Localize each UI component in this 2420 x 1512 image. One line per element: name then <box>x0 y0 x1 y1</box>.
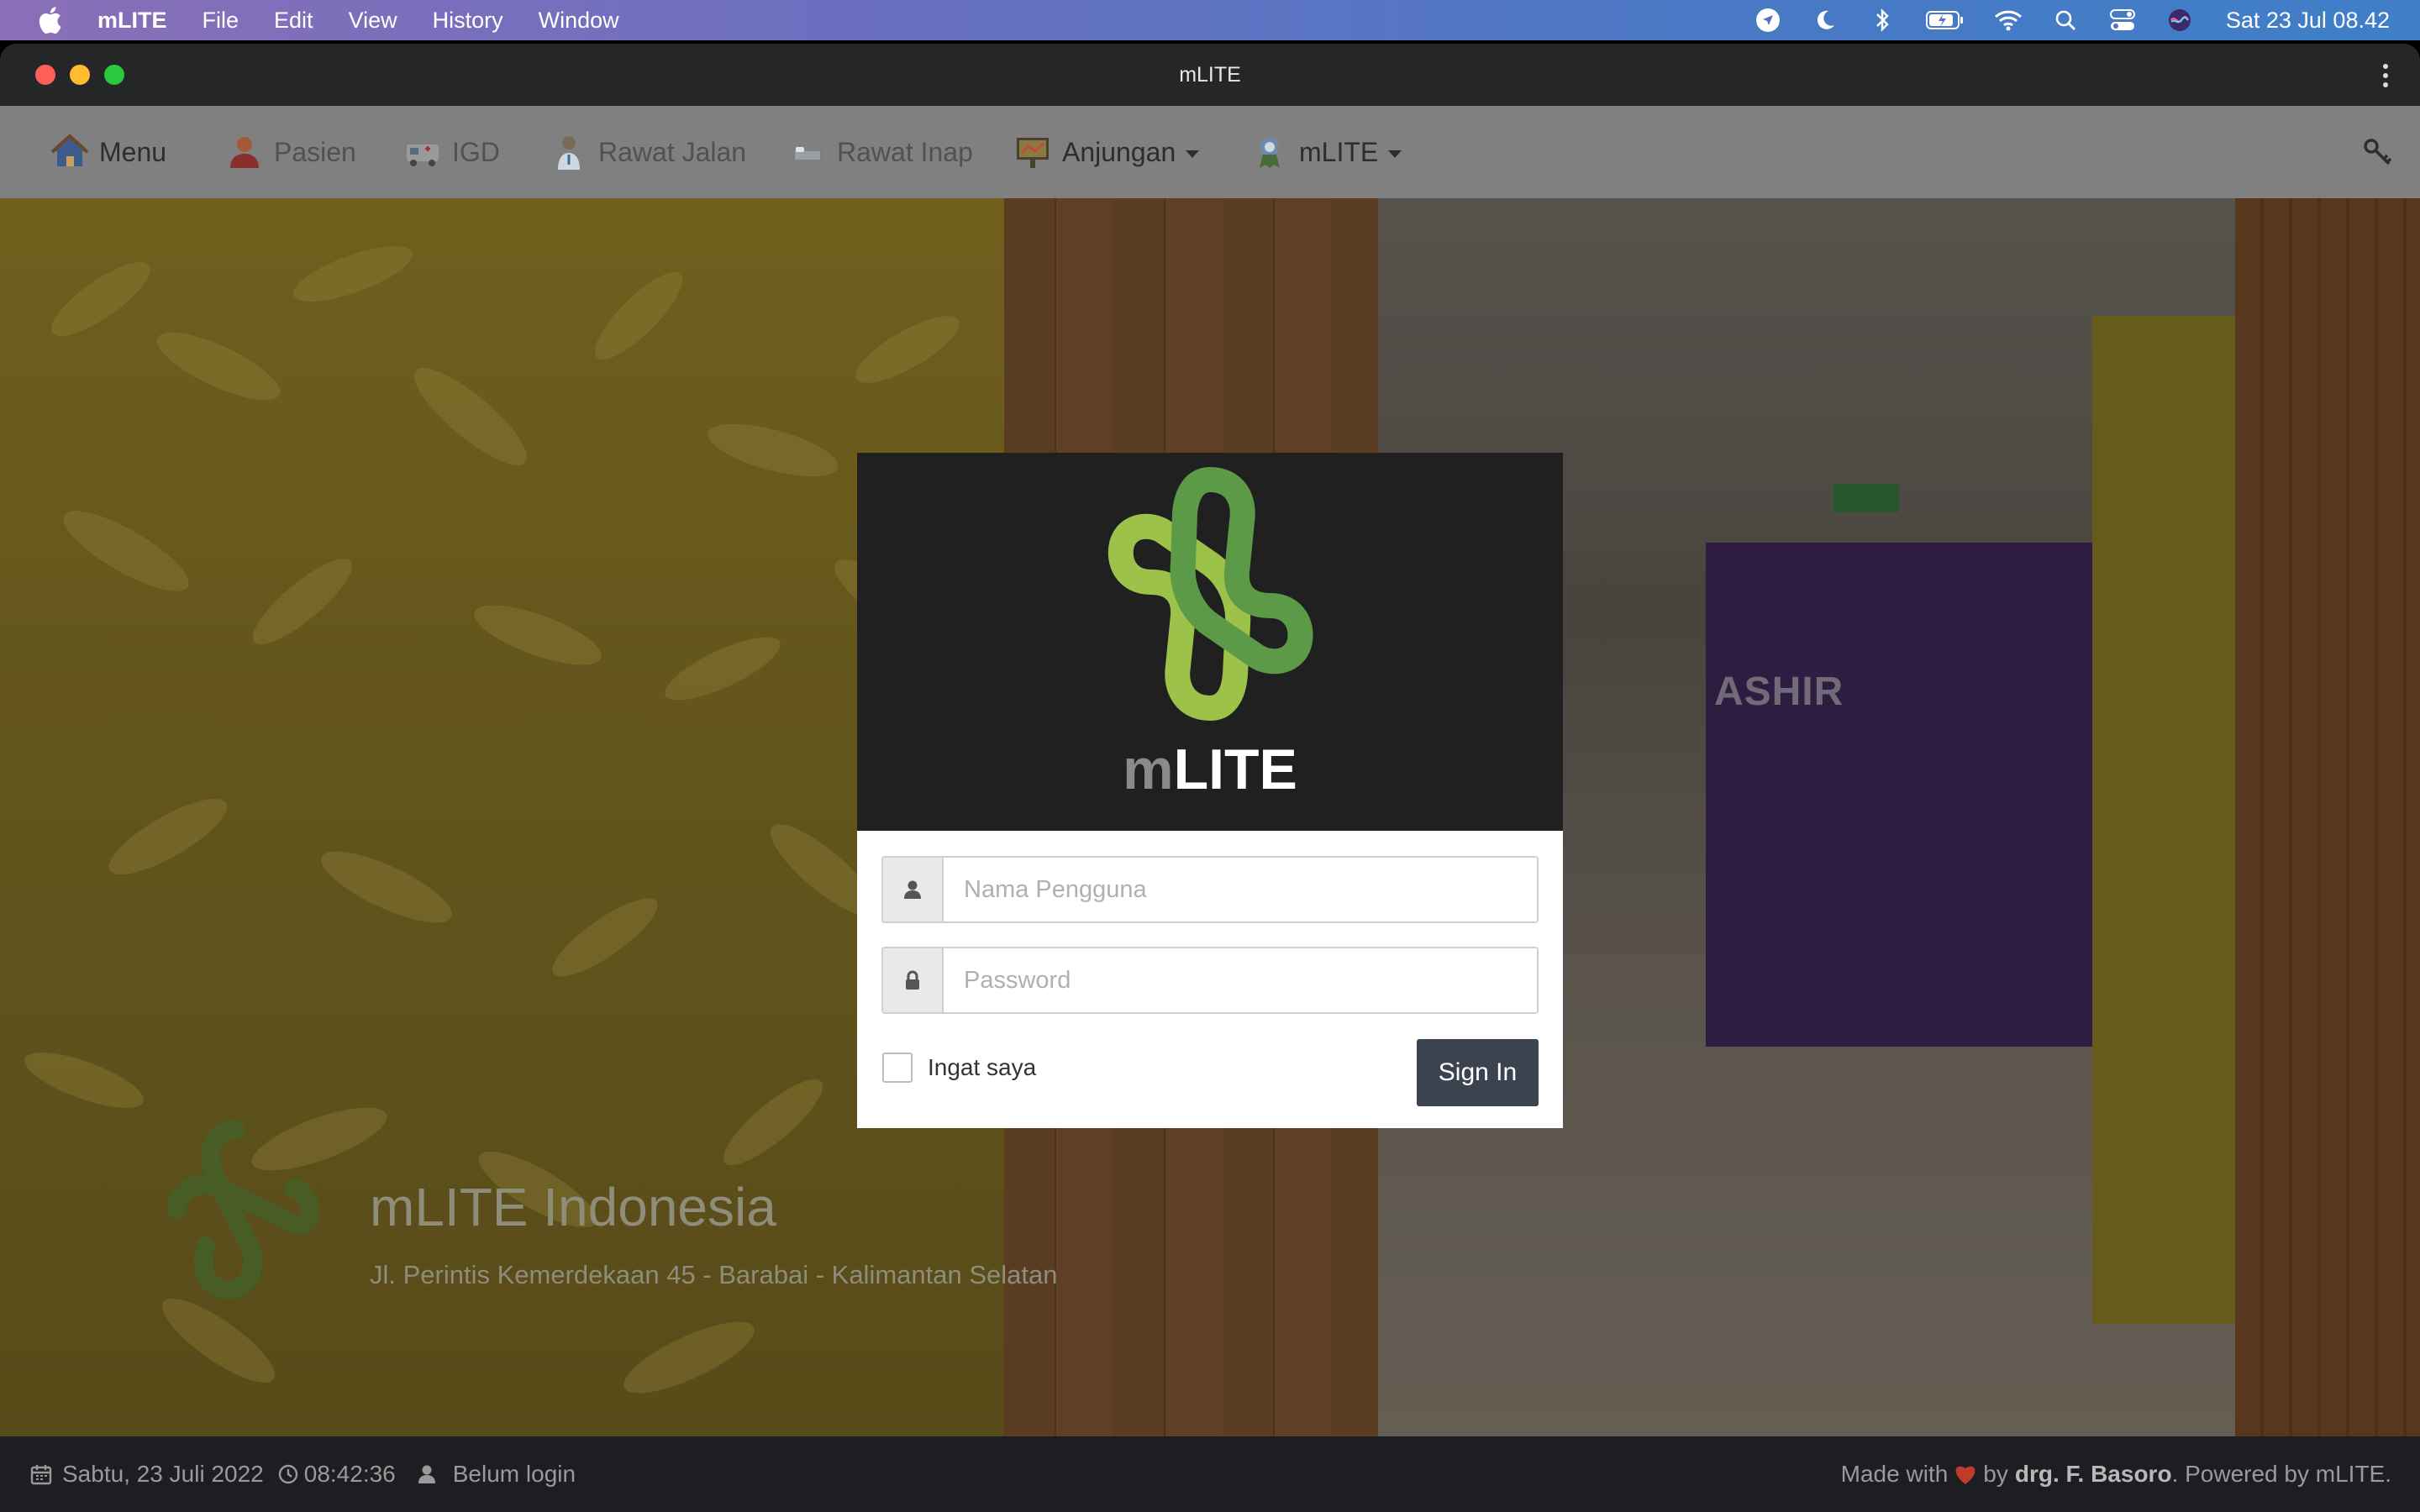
heart-icon <box>1953 1462 1978 1486</box>
nav-label-menu: Menu <box>99 136 167 167</box>
patient-icon <box>224 131 266 173</box>
username-input[interactable] <box>944 858 1537 921</box>
menubar-status-area: Sat 23 Jul 08.42 <box>1754 0 2390 40</box>
nav-label-anjungan: Anjungan <box>1062 136 1176 167</box>
menubar-window[interactable]: Window <box>539 8 619 34</box>
nav-label-igd: IGD <box>452 136 500 167</box>
footer-by: by <box>1983 1461 2008 1487</box>
key-icon[interactable] <box>2361 136 2395 170</box>
nav-label-rawat-jalan: Rawat Jalan <box>598 136 747 167</box>
apple-icon[interactable] <box>25 0 74 40</box>
remember-checkbox[interactable] <box>882 1053 913 1083</box>
mlite-logo <box>1107 467 1313 721</box>
menubar-file[interactable]: File <box>203 8 239 34</box>
username-field <box>881 856 1539 923</box>
footer-date: Sabtu, 23 Juli 2022 <box>62 1461 264 1487</box>
nav-item-rawat-inap[interactable]: Rawat Inap <box>786 106 973 198</box>
menubar-view[interactable]: View <box>349 8 397 34</box>
search-icon[interactable] <box>2051 6 2080 34</box>
menubar-edit[interactable]: Edit <box>274 8 313 34</box>
main-navbar: Menu Pasien IGD Rawat Jalan Rawat Inap A… <box>0 106 2420 198</box>
password-input[interactable] <box>944 948 1537 1012</box>
login-panel: mLITE Ingat saya Sign In <box>857 453 1563 1128</box>
nav-item-menu[interactable]: Menu <box>49 106 166 198</box>
footer-powered: . Powered by mLITE. <box>2171 1461 2391 1487</box>
footer: Sabtu, 23 Juli 2022 08:42:36 Belum login… <box>0 1436 2420 1512</box>
footer-made-with: Made with <box>1840 1461 1949 1487</box>
footer-login-status: Belum login <box>452 1461 576 1487</box>
footer-status: Sabtu, 23 Juli 2022 08:42:36 Belum login <box>29 1461 576 1488</box>
badge-icon <box>1249 131 1291 173</box>
bluetooth-icon[interactable] <box>1868 6 1897 34</box>
sign-in-button[interactable]: Sign In <box>1417 1039 1539 1106</box>
wifi-icon[interactable] <box>1994 6 2023 34</box>
bed-icon <box>786 131 829 173</box>
footer-author[interactable]: drg. F. Basoro <box>2015 1461 2172 1488</box>
kiosk-icon <box>1012 131 1054 173</box>
login-form: Ingat saya Sign In <box>857 831 1563 1128</box>
control-center-icon[interactable] <box>2108 6 2137 34</box>
nav-label-rawat-inap: Rawat Inap <box>837 136 973 167</box>
brand-title: mLITE Indonesia <box>370 1177 776 1237</box>
nav-item-pasien[interactable]: Pasien <box>224 106 356 198</box>
clock-icon <box>276 1462 301 1487</box>
nav-label-mlite: mLITE <box>1299 136 1379 167</box>
nav-item-rawat-jalan[interactable]: Rawat Jalan <box>548 106 746 198</box>
wordmark-m: m <box>1123 738 1174 801</box>
brand-address: Jl. Perintis Kemerdekaan 45 - Barabai - … <box>370 1260 1058 1289</box>
footer-credits: Made with by drg. F. Basoro . Powered by… <box>1841 1461 2391 1488</box>
login-header: mLITE <box>857 453 1563 831</box>
user-icon <box>883 858 944 921</box>
remember-me: Ingat saya <box>882 1053 1036 1083</box>
nav-item-anjungan[interactable]: Anjungan <box>1012 106 1200 198</box>
kebab-menu-icon[interactable] <box>2380 62 2391 89</box>
location-icon[interactable] <box>1754 6 1782 34</box>
nav-label-pasien: Pasien <box>274 136 356 167</box>
macos-menubar: mLITE File Edit View History Window Sat … <box>0 0 2420 40</box>
chevron-down-icon <box>1388 150 1402 158</box>
house-icon <box>49 131 91 173</box>
window-titlebar: mLITE <box>0 44 2420 106</box>
remember-label[interactable]: Ingat saya <box>928 1054 1036 1081</box>
siri-icon[interactable] <box>2165 6 2194 34</box>
battery-icon[interactable] <box>1925 6 1965 34</box>
login-wordmark: mLITE <box>857 737 1563 802</box>
calendar-icon <box>29 1462 54 1487</box>
menubar-app-name[interactable]: mLITE <box>97 8 167 34</box>
chevron-down-icon <box>1186 150 1200 158</box>
menubar-history[interactable]: History <box>433 8 503 34</box>
nav-item-igd[interactable]: IGD <box>402 106 500 198</box>
moon-icon[interactable] <box>1811 6 1839 34</box>
mlite-logo-faded <box>167 1120 320 1299</box>
nav-item-mlite[interactable]: mLITE <box>1249 106 1402 198</box>
menubar-clock[interactable]: Sat 23 Jul 08.42 <box>2226 8 2390 34</box>
wordmark-lite: LITE <box>1173 738 1297 801</box>
user-icon <box>414 1462 439 1487</box>
window-title: mLITE <box>1179 63 1241 87</box>
lock-icon <box>883 948 944 1012</box>
ambulance-icon <box>402 131 444 173</box>
footer-time: 08:42:36 <box>303 1461 396 1487</box>
password-field <box>881 947 1539 1014</box>
doctor-icon <box>548 131 590 173</box>
